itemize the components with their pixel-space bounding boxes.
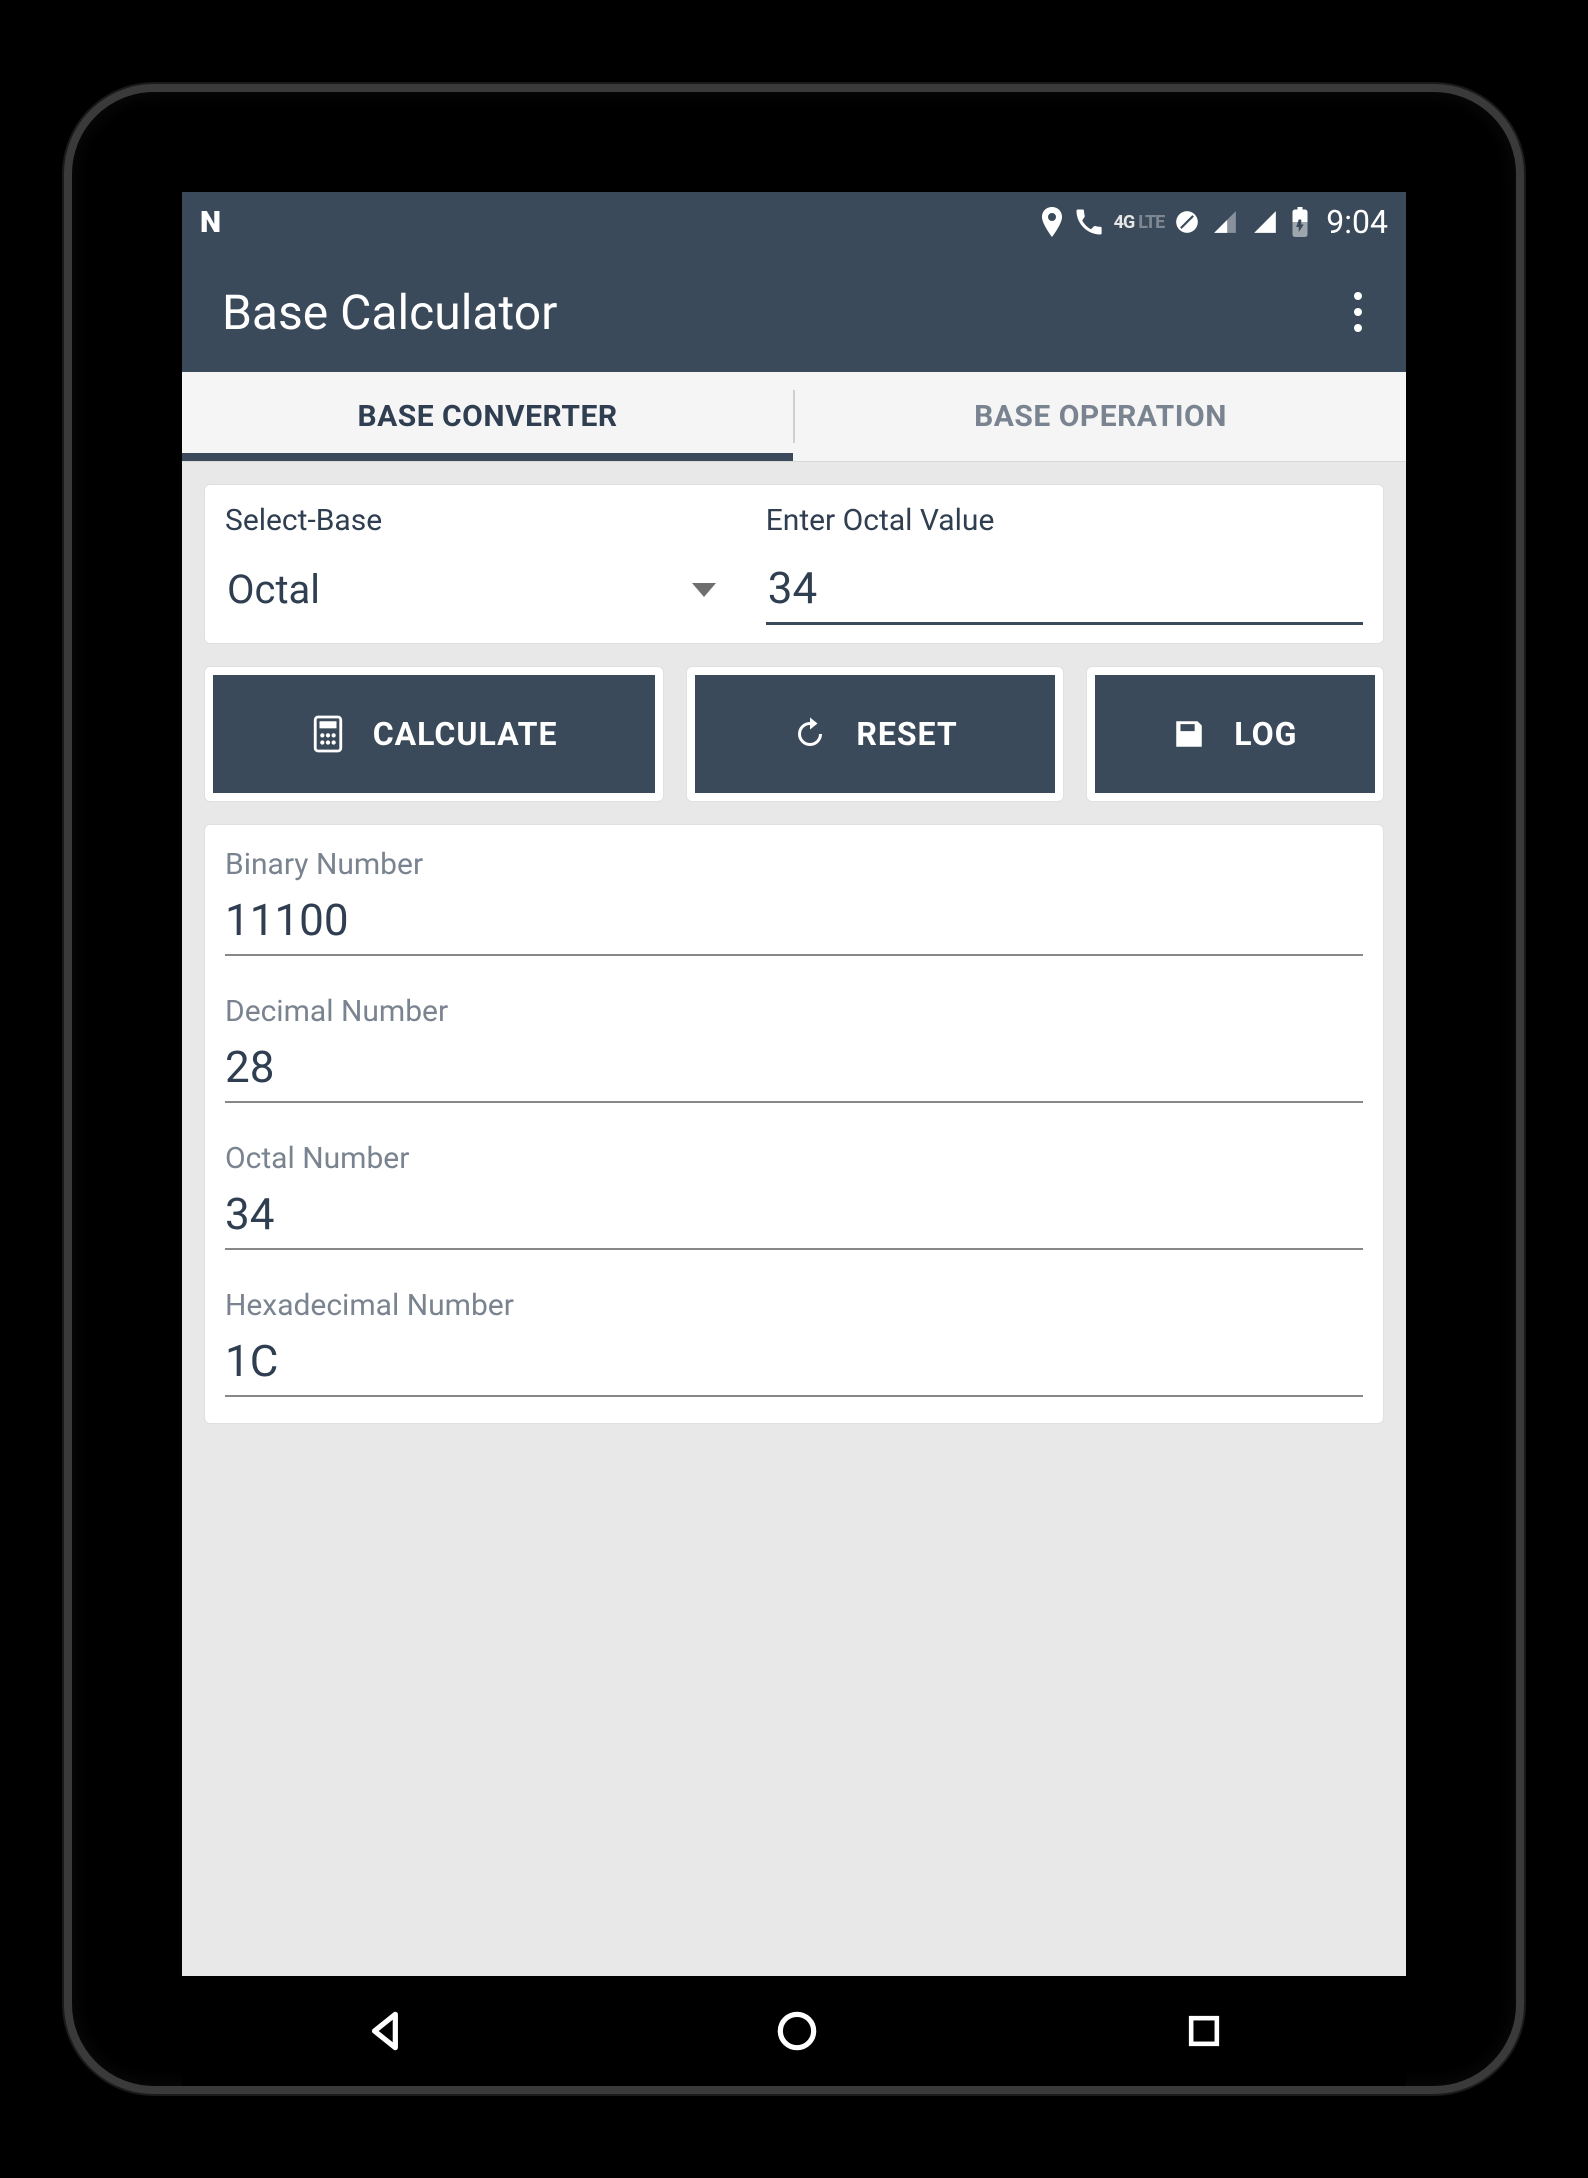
value-input[interactable]: [766, 562, 1363, 625]
signal-icon-2: [1250, 209, 1280, 235]
hex-value: 1C: [225, 1333, 1363, 1397]
select-base-group: Select-Base Octal: [225, 503, 726, 625]
enter-value-label: Enter Octal Value: [766, 503, 1363, 538]
hex-label: Hexadecimal Number: [225, 1288, 1363, 1323]
calculate-button[interactable]: CALCULATE: [213, 675, 655, 793]
content-area: Select-Base Octal Enter Octal Value CALC…: [182, 462, 1406, 1976]
decimal-label: Decimal Number: [225, 994, 1363, 1029]
reset-button-wrap: RESET: [686, 666, 1064, 802]
android-n-icon: N: [200, 205, 219, 240]
overflow-menu-icon[interactable]: [1344, 282, 1372, 342]
app-title: Base Calculator: [222, 284, 557, 341]
base-select[interactable]: Octal: [225, 562, 726, 617]
select-base-label: Select-Base: [225, 503, 726, 538]
input-card: Select-Base Octal Enter Octal Value: [204, 484, 1384, 644]
signal-icon: [1210, 209, 1240, 235]
results-card: Binary Number 11100 Decimal Number 28 Oc…: [204, 824, 1384, 1424]
hex-result: Hexadecimal Number 1C: [225, 1288, 1363, 1397]
location-icon: [1040, 207, 1064, 237]
screen: N 4GLTE 9:04 Base Calculator BASE: [182, 192, 1406, 1976]
reset-button[interactable]: RESET: [695, 675, 1055, 793]
status-left: N: [200, 205, 219, 240]
chevron-down-icon: [692, 583, 716, 597]
tab-base-converter[interactable]: BASE CONVERTER: [182, 372, 793, 461]
wifi-call-icon: [1074, 207, 1104, 237]
enter-value-group: Enter Octal Value: [766, 503, 1363, 625]
home-icon[interactable]: [772, 2006, 822, 2056]
battery-charging-icon: [1290, 207, 1310, 237]
octal-result: Octal Number 34: [225, 1141, 1363, 1250]
calculator-icon: [311, 714, 345, 754]
recent-apps-icon[interactable]: [1182, 2009, 1226, 2053]
clock: 9:04: [1326, 203, 1388, 241]
tab-base-operation[interactable]: BASE OPERATION: [795, 372, 1406, 461]
binary-value: 11100: [225, 892, 1363, 956]
system-nav-bar: [182, 1976, 1406, 2086]
tab-bar: BASE CONVERTER BASE OPERATION: [182, 372, 1406, 462]
decimal-result: Decimal Number 28: [225, 994, 1363, 1103]
app-bar: Base Calculator: [182, 252, 1406, 372]
binary-label: Binary Number: [225, 847, 1363, 882]
reset-label: RESET: [856, 715, 957, 753]
tablet-frame: N 4GLTE 9:04 Base Calculator BASE: [64, 84, 1524, 2094]
tab-label: BASE OPERATION: [974, 399, 1227, 434]
octal-value: 34: [225, 1186, 1363, 1250]
refresh-icon: [792, 716, 828, 752]
button-row: CALCULATE RESET LOG: [204, 666, 1384, 802]
status-right: 4GLTE 9:04: [1040, 203, 1388, 241]
save-icon: [1172, 717, 1206, 751]
calculate-label: CALCULATE: [373, 715, 558, 753]
binary-result: Binary Number 11100: [225, 847, 1363, 956]
log-button[interactable]: LOG: [1095, 675, 1375, 793]
log-label: LOG: [1234, 715, 1297, 753]
calculate-button-wrap: CALCULATE: [204, 666, 664, 802]
tab-label: BASE CONVERTER: [357, 399, 617, 434]
no-sim-icon: [1174, 209, 1200, 235]
octal-label: Octal Number: [225, 1141, 1363, 1176]
status-bar: N 4GLTE 9:04: [182, 192, 1406, 252]
network-4g-label: 4GLTE: [1114, 212, 1165, 233]
base-select-value: Octal: [227, 566, 320, 613]
log-button-wrap: LOG: [1086, 666, 1384, 802]
back-icon[interactable]: [362, 2006, 412, 2056]
decimal-value: 28: [225, 1039, 1363, 1103]
